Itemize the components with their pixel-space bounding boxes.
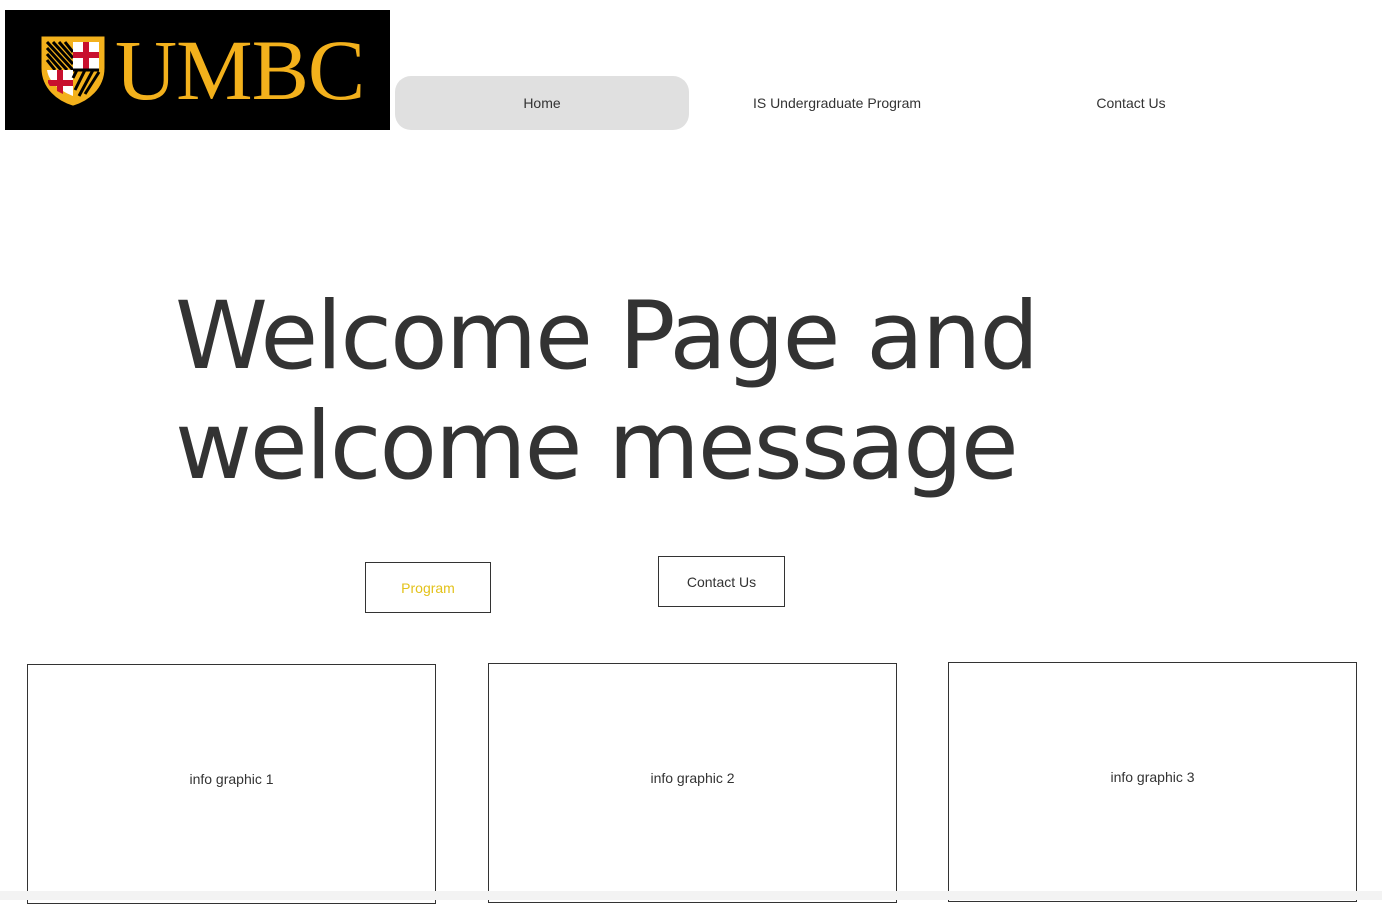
hero-title-line-2: welcome message (175, 392, 1019, 501)
logo-text: UMBC (115, 22, 365, 118)
nav-is-undergraduate-program[interactable]: IS Undergraduate Program (690, 76, 984, 130)
info-graphic-label: info graphic 2 (650, 770, 735, 786)
nav-home[interactable]: Home (395, 76, 689, 130)
page-bottom-edge (0, 891, 1382, 900)
hero-title-line-1: Welcome Page and (175, 282, 1039, 391)
info-graphic-card-1: info graphic 1 (27, 664, 436, 904)
program-button[interactable]: Program (365, 562, 491, 613)
info-graphic-card-3: info graphic 3 (948, 662, 1357, 902)
umbc-shield-icon (41, 36, 105, 106)
umbc-logo[interactable]: UMBC (5, 10, 390, 130)
nav-contact-us[interactable]: Contact Us (984, 76, 1278, 130)
info-graphic-label: info graphic 1 (189, 771, 274, 787)
contact-us-button[interactable]: Contact Us (658, 556, 785, 607)
info-graphic-card-2: info graphic 2 (488, 663, 897, 903)
info-graphic-label: info graphic 3 (1110, 769, 1195, 785)
hero-title: Welcome Page and welcome message (175, 282, 1039, 502)
